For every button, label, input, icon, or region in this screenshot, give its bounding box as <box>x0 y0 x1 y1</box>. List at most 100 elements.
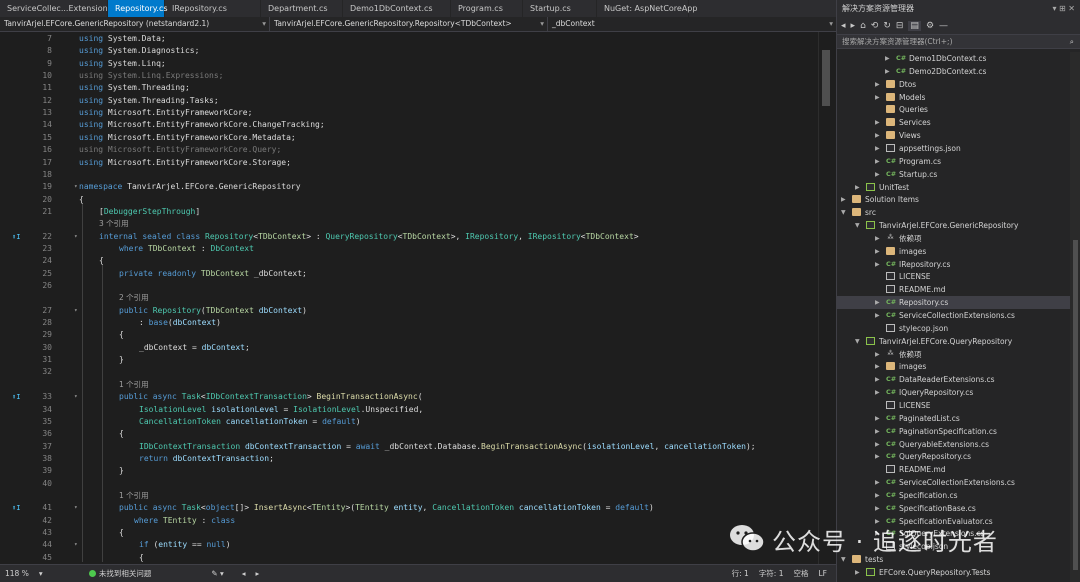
expand-icon[interactable]: ▶ <box>875 450 880 463</box>
whitespace-indicator[interactable]: 空格 <box>789 568 814 579</box>
expand-icon[interactable]: ▶ <box>875 245 880 258</box>
tree-item-tanvirarjel-efcore-genericrepository[interactable]: ▼ TanvirArjel.EFCore.GenericRepository <box>837 219 1071 232</box>
expand-icon[interactable]: ▶ <box>875 425 880 438</box>
line-indicator[interactable]: 行: 1 <box>727 568 754 579</box>
line-ending-indicator[interactable]: LF <box>814 569 833 578</box>
search-icon[interactable]: ⌕ <box>1070 35 1074 49</box>
project-selector[interactable]: TanvirArjel.EFCore.GenericRepository (ne… <box>0 17 270 31</box>
tab-demo1dbcontext-cs[interactable]: Demo1DbContext.cs <box>343 0 451 17</box>
tab-nuget-aspnetcoreapp[interactable]: NuGet: AspNetCoreApp <box>597 0 697 17</box>
expand-icon[interactable]: ▶ <box>875 232 880 245</box>
solution-explorer-scroll-thumb[interactable] <box>1073 240 1078 570</box>
home-icon[interactable]: ⌂ <box>860 21 866 31</box>
tree-item-unittest[interactable]: ▶ UnitTest <box>837 181 1071 194</box>
tree-item-iqueryrepository-cs[interactable]: ▶ C# IQueryRepository.cs <box>837 386 1071 399</box>
tree-item-images[interactable]: ▶ images <box>837 245 1071 258</box>
tree-item-tanvirarjel-efcore-queryrepository[interactable]: ▼ TanvirArjel.EFCore.QueryRepository <box>837 335 1071 348</box>
expand-icon[interactable]: ▶ <box>855 566 860 579</box>
issues-indicator[interactable]: 未找到相关问题 <box>84 568 157 579</box>
tree-item-repository-cs[interactable]: ▶ C# Repository.cs <box>837 296 1071 310</box>
expand-icon[interactable]: ▶ <box>885 65 890 78</box>
tree-item-efcore-queryrepository-tests[interactable]: ▶ EFCore.QueryRepository.Tests <box>837 566 1071 579</box>
zoom-dropdown-icon[interactable]: ▾ <box>34 569 84 578</box>
code-editor[interactable]: 7 using System.Data; 8 using System.Diagnos… <box>0 32 836 564</box>
expand-icon[interactable]: ▶ <box>875 373 880 386</box>
expand-icon[interactable]: ▶ <box>841 193 846 206</box>
panel-controls[interactable]: ▾ ⊞ ✕ <box>1052 0 1075 17</box>
tab-servicecollec-extensions-cs[interactable]: ServiceCollec...Extensions.cs <box>0 0 123 17</box>
tree-item-irepository-cs[interactable]: ▶ C# IRepository.cs <box>837 258 1071 271</box>
refresh-icon[interactable]: ↻ <box>883 21 891 31</box>
expand-icon[interactable]: ▶ <box>875 438 880 451</box>
zoom-level[interactable]: 118 % <box>0 569 34 578</box>
tree-item-images[interactable]: ▶ images <box>837 360 1071 373</box>
expand-icon[interactable]: ▶ <box>875 489 880 502</box>
expand-icon[interactable]: ▶ <box>875 412 880 425</box>
brush-icon[interactable]: ✎ ▾ <box>206 569 228 578</box>
expand-icon[interactable]: ▶ <box>875 168 880 181</box>
tree-item-queries[interactable]: Queries <box>837 103 1071 116</box>
tree-item-readme-md[interactable]: README.md <box>837 283 1071 296</box>
tab-department-cs[interactable]: Department.cs <box>261 0 343 17</box>
collapse-icon[interactable]: ▾ <box>74 391 78 403</box>
back-icon[interactable]: ◂ <box>841 21 846 31</box>
tree-item-dependencies[interactable]: ▶ ⁂ 依赖项 <box>837 232 1071 245</box>
editor-scroll-thumb[interactable] <box>822 50 830 106</box>
collapse-icon[interactable]: ▼ <box>855 335 860 348</box>
expand-icon[interactable]: ▶ <box>875 502 880 515</box>
expand-icon[interactable]: ▶ <box>875 142 880 155</box>
char-indicator[interactable]: 字符: 1 <box>754 568 789 579</box>
expand-icon[interactable]: ▶ <box>875 476 880 489</box>
expand-icon[interactable]: ▶ <box>875 155 880 168</box>
tree-item-program-cs[interactable]: ▶ C# Program.cs <box>837 155 1071 168</box>
tree-item-dependencies[interactable]: ▶ ⁂ 依赖项 <box>837 348 1071 361</box>
tree-item-servicecollectionextensions-cs[interactable]: ▶ C# ServiceCollectionExtensions.cs <box>837 476 1071 489</box>
tree-item-services[interactable]: ▶ Services <box>837 116 1071 129</box>
tree-item-demo1dbcontext-cs[interactable]: ▶ C# Demo1DbContext.cs <box>837 52 1071 65</box>
expand-icon[interactable]: ▶ <box>875 91 880 104</box>
solution-explorer-search[interactable]: 搜索解决方案资源管理器(Ctrl+;) ⌕ <box>837 35 1080 49</box>
tree-item-solution-items[interactable]: ▶ Solution Items <box>837 193 1071 206</box>
tab-repository-cs[interactable]: Repository.cs <box>108 0 168 17</box>
forward-icon[interactable]: ▸ <box>851 21 856 31</box>
tree-item-stylecop-json[interactable]: stylecop.json <box>837 322 1071 335</box>
type-selector[interactable]: TanvirArjel.EFCore.GenericRepository.Rep… <box>270 17 548 31</box>
tab-program-cs[interactable]: Program.cs <box>451 0 523 17</box>
collapse-all-icon[interactable]: ⊟ <box>896 21 904 31</box>
settings-icon[interactable]: ⚙ <box>926 21 934 31</box>
collapse-icon[interactable]: ▾ <box>74 231 78 243</box>
collapse-icon[interactable]: ▼ <box>841 206 846 219</box>
nav-back-icon[interactable]: ◂ <box>237 569 251 578</box>
preview-icon[interactable]: — <box>939 21 948 31</box>
tree-item-demo2dbcontext-cs[interactable]: ▶ C# Demo2DbContext.cs <box>837 65 1071 78</box>
tree-item-dtos[interactable]: ▶ Dtos <box>837 78 1071 91</box>
tree-item-license[interactable]: LICENSE <box>837 399 1071 412</box>
tree-item-paginationspecification-cs[interactable]: ▶ C# PaginationSpecification.cs <box>837 425 1071 438</box>
collapse-icon[interactable]: ▾ <box>74 539 78 551</box>
show-all-files-icon[interactable]: ▤ <box>908 20 921 31</box>
expand-icon[interactable]: ▶ <box>875 78 880 91</box>
tab-startup-cs[interactable]: Startup.cs <box>523 0 597 17</box>
editor-vertical-scrollbar[interactable] <box>818 32 836 564</box>
expand-icon[interactable]: ▶ <box>875 360 880 373</box>
expand-icon[interactable]: ▶ <box>855 181 860 194</box>
tree-item-appsettings-json[interactable]: ▶ appsettings.json <box>837 142 1071 155</box>
tree-item-specificationbase-cs[interactable]: ▶ C# SpecificationBase.cs <box>837 502 1071 515</box>
tree-item-servicecollectionextensions-cs[interactable]: ▶ C# ServiceCollectionExtensions.cs <box>837 309 1071 322</box>
expand-icon[interactable]: ▶ <box>875 129 880 142</box>
collapse-icon[interactable]: ▾ <box>74 181 78 193</box>
tree-item-src[interactable]: ▼ src <box>837 206 1071 219</box>
tab-irepository-cs[interactable]: IRepository.cs <box>165 0 261 17</box>
expand-icon[interactable]: ▶ <box>875 386 880 399</box>
tree-item-paginatedlist-cs[interactable]: ▶ C# PaginatedList.cs <box>837 412 1071 425</box>
tree-item-datareaderextensions-cs[interactable]: ▶ C# DataReaderExtensions.cs <box>837 373 1071 386</box>
tree-item-queryableextensions-cs[interactable]: ▶ C# QueryableExtensions.cs <box>837 438 1071 451</box>
collapse-icon[interactable]: ▾ <box>74 305 78 317</box>
tree-item-queryrepository-cs[interactable]: ▶ C# QueryRepository.cs <box>837 450 1071 463</box>
tree-item-readme-md[interactable]: README.md <box>837 463 1071 476</box>
expand-icon[interactable]: ▶ <box>875 296 880 309</box>
tree-item-license[interactable]: LICENSE <box>837 270 1071 283</box>
expand-icon[interactable]: ▶ <box>875 116 880 129</box>
nav-forward-icon[interactable]: ▸ <box>251 569 265 578</box>
tree-item-startup-cs[interactable]: ▶ C# Startup.cs <box>837 168 1071 181</box>
